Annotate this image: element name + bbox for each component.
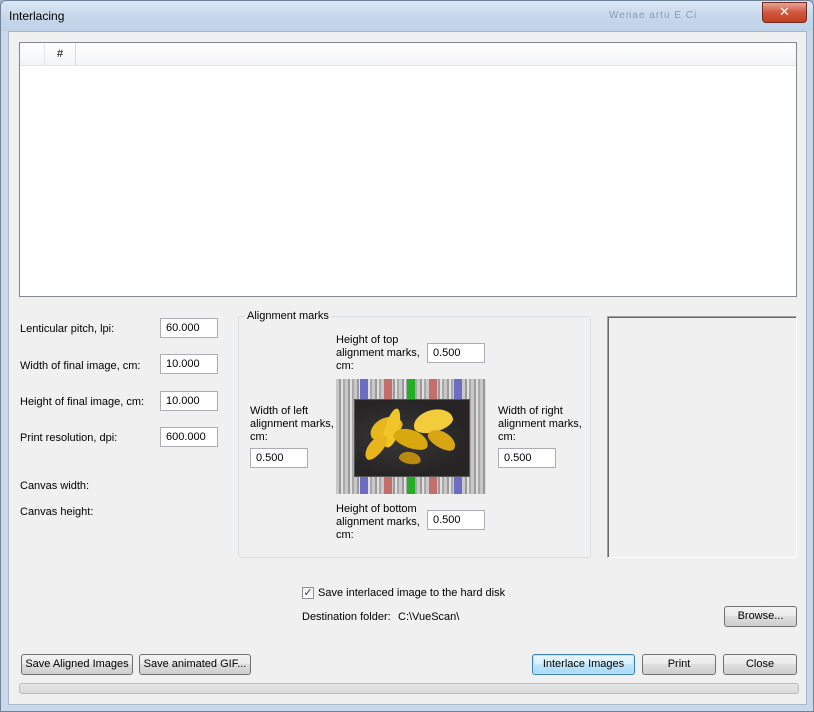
canvas-width-label: Canvas width: — [20, 480, 90, 492]
final-width-field[interactable]: 10.000 — [160, 354, 218, 374]
interlace-images-button[interactable]: Interlace Images — [532, 654, 635, 675]
alignment-marks-title: Alignment marks — [245, 310, 331, 322]
close-icon: ✕ — [779, 4, 790, 19]
left-marks-field[interactable]: 0.500 — [250, 448, 308, 468]
close-button[interactable]: Close — [723, 654, 797, 675]
bottom-marks-label-line2: alignment marks, — [336, 516, 420, 528]
save-aligned-images-button[interactable]: Save Aligned Images — [21, 654, 133, 675]
print-resolution-field[interactable]: 600.000 — [160, 427, 218, 447]
column-header-number[interactable]: # — [45, 43, 76, 65]
dialog-client-area: # Lenticular pitch, lpi: 60.000 Width of… — [8, 31, 807, 705]
preview-panel — [607, 316, 797, 558]
progress-bar — [19, 683, 799, 694]
bottom-marks-label-line1: Height of bottom — [336, 503, 417, 515]
window-title: Interlacing — [9, 9, 65, 23]
browse-button[interactable]: Browse... — [724, 606, 797, 627]
final-height-field[interactable]: 10.000 — [160, 391, 218, 411]
left-marks-label-line2: alignment marks, — [250, 418, 334, 430]
lenticular-pitch-field[interactable]: 60.000 — [160, 318, 218, 338]
top-marks-label-line3: cm: — [336, 360, 354, 372]
top-marks-label-line2: alignment marks, — [336, 347, 420, 359]
final-width-label: Width of final image, cm: — [20, 360, 141, 372]
save-to-disk-label[interactable]: Save interlaced image to the hard disk — [318, 587, 505, 599]
image-list[interactable]: # — [19, 42, 797, 297]
save-animated-gif-button[interactable]: Save animated GIF... — [139, 654, 251, 675]
title-bar[interactable]: Interlacing Wenae artu E Ci ✕ — [1, 1, 813, 31]
window-close-button[interactable]: ✕ — [762, 2, 807, 23]
destination-folder-value: C:\VueScan\ — [398, 611, 460, 623]
bottom-marks-field[interactable]: 0.500 — [427, 510, 485, 530]
bottom-marks-label-line3: cm: — [336, 529, 354, 541]
save-to-disk-checkbox[interactable]: ✓ — [302, 587, 314, 599]
canvas-height-label: Canvas height: — [20, 506, 94, 518]
right-marks-label-line3: cm: — [498, 431, 516, 443]
interlacing-window: Interlacing Wenae artu E Ci ✕ # Lenticul… — [0, 0, 814, 712]
image-list-header: # — [20, 43, 796, 66]
background-window-title: Wenae artu E Ci — [609, 10, 698, 21]
right-marks-field[interactable]: 0.500 — [498, 448, 556, 468]
right-marks-label-line1: Width of right — [498, 405, 563, 417]
print-button[interactable]: Print — [642, 654, 716, 675]
left-marks-label-line3: cm: — [250, 431, 268, 443]
final-height-label: Height of final image, cm: — [20, 396, 145, 408]
top-marks-field[interactable]: 0.500 — [427, 343, 485, 363]
alignment-preview-image — [336, 379, 486, 494]
flower-photo — [354, 399, 470, 477]
left-marks-label-line1: Width of left — [250, 405, 309, 417]
top-marks-label-line1: Height of top — [336, 334, 399, 346]
destination-folder-label: Destination folder: — [302, 611, 391, 623]
right-marks-label-line2: alignment marks, — [498, 418, 582, 430]
print-resolution-label: Print resolution, dpi: — [20, 432, 118, 444]
lenticular-pitch-label: Lenticular pitch, lpi: — [20, 323, 115, 335]
column-header-blank[interactable] — [20, 43, 45, 65]
checkmark-icon: ✓ — [303, 587, 313, 599]
